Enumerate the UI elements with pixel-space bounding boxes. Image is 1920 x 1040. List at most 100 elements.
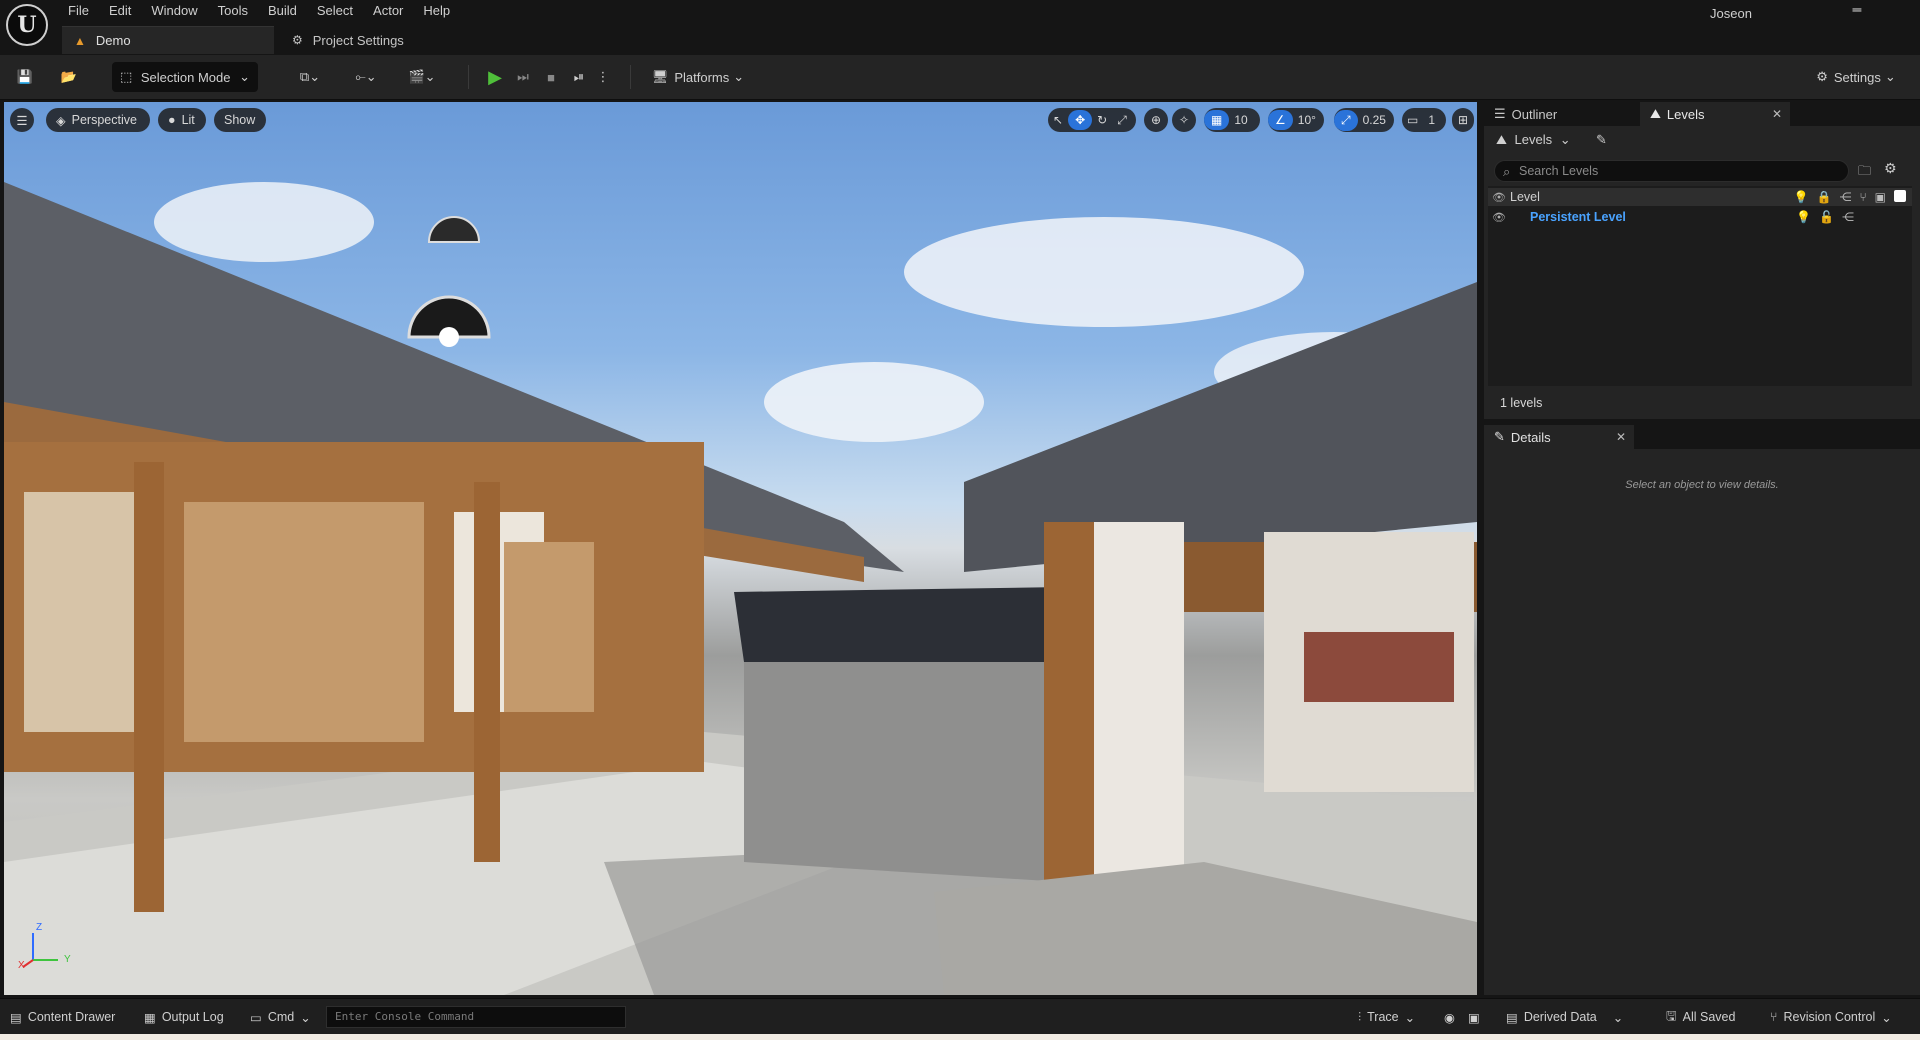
chevron-down-icon: ⌄ xyxy=(239,69,250,84)
save-icon[interactable]: 💾 xyxy=(12,62,38,92)
tab-demo[interactable]: ▲ Demo xyxy=(62,26,274,54)
menu-edit[interactable]: Edit xyxy=(99,0,141,24)
save-icon[interactable]: ▣ xyxy=(1875,190,1886,204)
axis-y-label: Y xyxy=(64,954,71,965)
trace-dropdown[interactable]: ⫶ Trace ⌄ xyxy=(1358,1007,1415,1027)
close-icon[interactable]: ✕ xyxy=(1616,430,1626,444)
content-browse-icon[interactable]: 📂 xyxy=(56,62,82,92)
hierarchy-icon[interactable]: ⋲ xyxy=(1839,190,1851,204)
step-icon[interactable]: ⏭ xyxy=(512,62,534,92)
tab-outliner[interactable]: ☰ Outliner xyxy=(1484,102,1634,126)
select-tool-icon[interactable]: ↖ xyxy=(1048,113,1068,127)
levels-icon: ⛰ xyxy=(1496,132,1507,147)
eject-icon[interactable]: ⏯ xyxy=(568,62,590,92)
gear-icon[interactable]: ⚙ xyxy=(1884,160,1897,177)
move-tool-icon[interactable]: ✥ xyxy=(1068,110,1093,130)
menu-actor[interactable]: Actor xyxy=(363,0,413,24)
menu-window[interactable]: Window xyxy=(141,0,207,24)
tab-details[interactable]: ✎ Details ✕ xyxy=(1484,425,1634,449)
cube-icon: ◈ xyxy=(56,113,66,128)
cmd-dropdown[interactable]: ▭ Cmd ⌄ xyxy=(250,1007,311,1027)
details-panel: Select an object to view details. xyxy=(1484,449,1920,995)
rotate-tool-icon[interactable]: ↻ xyxy=(1092,113,1112,127)
search-icon: ⌕ xyxy=(1503,164,1511,179)
gear-icon: ⚙ xyxy=(292,33,303,47)
world-space-icon[interactable]: ⊕ xyxy=(1144,108,1168,132)
tab-project-settings[interactable]: ⚙ Project Settings xyxy=(280,26,430,54)
hierarchy-icon[interactable]: ⋲ xyxy=(1842,210,1854,224)
unreal-logo-icon[interactable]: U xyxy=(6,4,48,46)
eye-icon[interactable]: 👁 xyxy=(1488,191,1510,204)
edit-pencil-icon[interactable]: ✎ xyxy=(1596,132,1607,148)
cinematics-icon[interactable]: 🎬⌄ xyxy=(402,62,442,92)
scene-render xyxy=(4,182,1477,995)
tab-project-settings-label: Project Settings xyxy=(312,32,404,48)
blueprint-icon[interactable]: ⟜⌄ xyxy=(346,62,386,92)
branch-icon[interactable]: ⑂ xyxy=(1859,190,1866,204)
levels-panel: ⛰ Levels ⌄ ✎ ⌕ Search Levels 🗀 ⚙ 👁 Level… xyxy=(1484,126,1920,419)
toolbar-divider xyxy=(630,65,631,89)
revision-control-dropdown[interactable]: ⑂ Revision Control ⌄ xyxy=(1770,1007,1892,1027)
grid-snap-toggle[interactable]: ▦ 10 xyxy=(1204,108,1260,132)
level-viewport[interactable]: ☰ ◈ Perspective ● Lit Show ↖ ✥ ↻ ⤢ ⊕ ✧ ▦… xyxy=(4,102,1477,995)
tab-levels[interactable]: ⛰ Levels ✕ xyxy=(1640,102,1790,126)
header-icons: 💡 🔒 ⋲ ⑂ ▣ xyxy=(1794,190,1906,204)
chevron-down-icon: ⌄ xyxy=(733,69,745,84)
lit-dropdown[interactable]: ● Lit xyxy=(158,108,206,132)
close-icon[interactable]: ✕ xyxy=(1772,107,1782,121)
pencil-icon: ✎ xyxy=(1494,429,1505,444)
output-log-button[interactable]: ▦ Output Log xyxy=(144,1007,224,1027)
content-drawer-label: Content Drawer xyxy=(27,1010,116,1024)
rotation-snap-toggle[interactable]: ∠ 10° xyxy=(1268,108,1324,132)
menu-file[interactable]: File xyxy=(58,0,99,24)
show-dropdown[interactable]: Show xyxy=(214,108,266,132)
perspective-dropdown[interactable]: ◈ Perspective xyxy=(46,108,150,132)
grid-snap-value: 10 xyxy=(1234,113,1248,127)
all-saved-button[interactable]: 🖫 All Saved xyxy=(1666,1007,1735,1027)
screenshot-icon[interactable]: ▣ xyxy=(1468,1007,1480,1027)
tab-demo-label: Demo xyxy=(95,33,131,48)
chevron-down-icon: ⌄ xyxy=(1559,132,1571,147)
add-actor-icon[interactable]: ⧉⌄ xyxy=(292,62,328,92)
menu-bar: File Edit Window Tools Build Select Acto… xyxy=(58,0,460,24)
surface-snap-icon[interactable]: ✧ xyxy=(1172,108,1196,132)
search-levels-input[interactable]: ⌕ Search Levels xyxy=(1494,160,1849,182)
maximize-viewport-icon[interactable]: ⊞ xyxy=(1452,108,1474,132)
menu-select[interactable]: Select xyxy=(307,0,363,24)
search-placeholder: Search Levels xyxy=(1519,164,1599,178)
level-row[interactable]: 👁 Persistent Level 💡 🔓 ⋲ xyxy=(1488,208,1912,226)
camera-speed-dropdown[interactable]: ▭ 1 xyxy=(1402,108,1446,132)
lightbulb-icon[interactable]: 💡 xyxy=(1794,190,1809,204)
lightbulb-icon[interactable]: 💡 xyxy=(1796,210,1811,224)
content-drawer-button[interactable]: ▤ Content Drawer xyxy=(10,1007,115,1027)
selection-mode-dropdown[interactable]: ⬚ Selection Mode ⌄ xyxy=(112,62,258,92)
stop-icon[interactable]: ■ xyxy=(540,62,562,92)
derived-data-dropdown[interactable]: ▤ Derived Data ⌄ xyxy=(1506,1007,1623,1027)
lock-icon[interactable]: 🔒 xyxy=(1817,190,1832,204)
right-panels: ☰ Outliner ⛰ Levels ✕ ⛰ Levels ⌄ ✎ ⌕ Sea… xyxy=(1480,102,1920,995)
axis-gizmo xyxy=(22,933,58,968)
trace-label: Trace xyxy=(1367,1010,1399,1024)
record-icon[interactable]: ◉ xyxy=(1444,1007,1455,1027)
more-options-icon[interactable]: ⋮ xyxy=(596,62,610,92)
menu-build[interactable]: Build xyxy=(258,0,307,24)
rotation-snap-value: 10° xyxy=(1297,113,1316,127)
unlock-icon[interactable]: 🔓 xyxy=(1819,210,1834,224)
cmd-label: Cmd xyxy=(267,1010,295,1024)
levels-dropdown[interactable]: ⛰ Levels ⌄ xyxy=(1496,132,1571,148)
play-icon[interactable]: ▶ xyxy=(484,62,506,92)
scale-tool-icon[interactable]: ⤢ xyxy=(1112,113,1132,128)
menu-help[interactable]: Help xyxy=(413,0,460,24)
window-minimize-icon[interactable]: – xyxy=(1842,0,1872,18)
add-folder-icon[interactable]: 🗀 xyxy=(1858,162,1871,184)
scale-snap-toggle[interactable]: ⤢ 0.25 xyxy=(1334,108,1394,132)
platforms-dropdown[interactable]: 🖥 Platforms ⌄ xyxy=(648,62,748,92)
panel-tabs: ☰ Outliner ⛰ Levels ✕ xyxy=(1480,102,1920,126)
eye-icon[interactable]: 👁 xyxy=(1488,211,1510,224)
color-swatch-icon[interactable] xyxy=(1894,190,1906,202)
menu-tools[interactable]: Tools xyxy=(208,0,258,24)
settings-dropdown[interactable]: ⚙ Settings ⌄ xyxy=(1808,62,1904,92)
console-command-input[interactable]: Enter Console Command xyxy=(326,1006,626,1028)
derived-data-label: Derived Data xyxy=(1523,1010,1597,1024)
viewport-menu-icon[interactable]: ☰ xyxy=(10,108,34,132)
